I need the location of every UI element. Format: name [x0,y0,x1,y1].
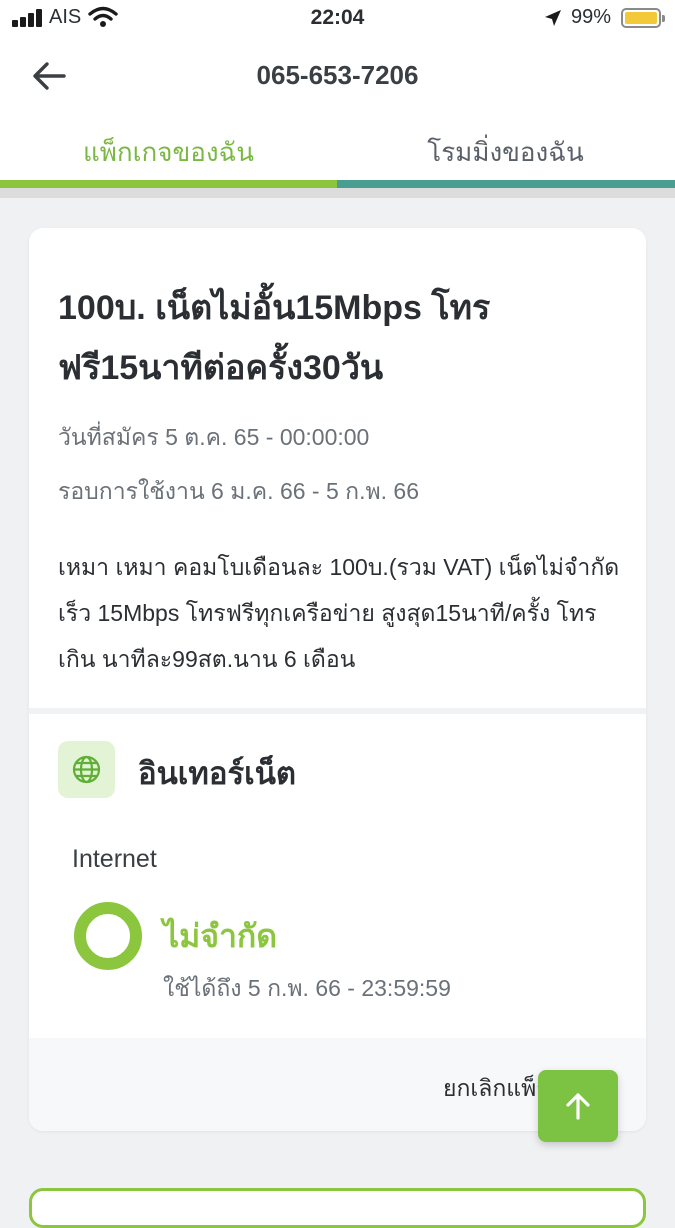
next-package-card [29,1188,646,1228]
tab-my-packages[interactable]: แพ็กเกจของฉัน [0,132,337,172]
internet-label: Internet [72,845,157,873]
battery-icon [621,8,665,28]
status-bar: AIS 22:04 99% [0,0,675,38]
tab-shadow [0,188,675,198]
scroll-to-top-button[interactable] [538,1070,618,1142]
battery-percentage: 99% [571,6,612,28]
location-arrow-icon [545,10,561,26]
valid-until: ใช้ได้ถึง 5 ก.พ. 66 - 23:59:59 [163,975,451,1001]
divider [29,708,646,714]
page-title: 065-653-7206 [256,60,419,90]
arrow-up-icon [566,1093,590,1120]
nav-bar: 065-653-7206 [0,44,675,108]
tab-indicator [0,180,675,188]
globe-icon [72,755,101,784]
tab-my-roaming[interactable]: โรมมิ่งของฉัน [337,132,674,172]
usage-ring [74,902,142,970]
package-title: 100บ. เน็ตไม่อั้น15Mbps โทรฟรี15นาทีต่อค… [58,289,491,387]
usage-cycle: รอบการใช้งาน 6 ม.ค. 66 - 5 ก.พ. 66 [58,478,420,504]
package-card: 100บ. เน็ตไม่อั้น15Mbps โทรฟรี15นาทีต่อค… [29,228,646,1131]
internet-quota: ไม่จำกัด [163,918,278,954]
section-title: อินเทอร์เน็ต [138,756,297,791]
register-date: วันที่สมัคร 5 ต.ค. 65 - 00:00:00 [58,424,370,450]
package-description: เหมา เหมา คอมโบเดือนละ 100บ.(รวม VAT) เน… [58,554,620,672]
internet-section-icon [58,741,115,798]
